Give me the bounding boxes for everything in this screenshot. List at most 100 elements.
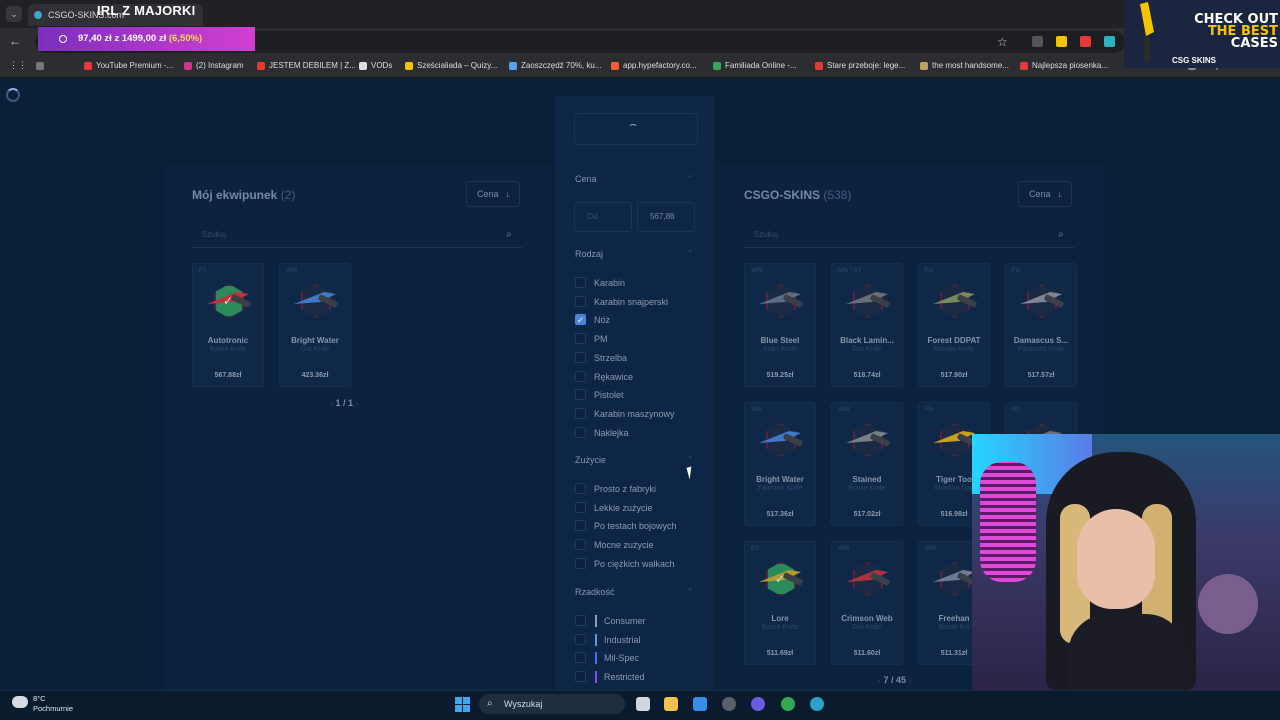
bookmark-item[interactable]: Stare przeboje: lege... <box>815 61 905 70</box>
weather-widget[interactable]: 8°C Pochmurnie <box>33 694 73 714</box>
wear-filter-option[interactable]: Po ciężkich walkach <box>575 557 675 570</box>
type-filter-option[interactable]: ✓ Nóż <box>575 314 610 326</box>
skin-card[interactable]: WW Bright Water Falchion Knife 517.36zł <box>744 402 816 526</box>
app-icon[interactable] <box>722 697 736 711</box>
skin-type: Gut Knife <box>852 346 882 353</box>
back-arrow-icon[interactable]: ← <box>9 34 21 48</box>
search-icon[interactable]: ⌕ <box>506 222 516 248</box>
price-from-input[interactable]: Od <box>574 202 632 232</box>
bookmark-item[interactable]: Zaoszczędź 70%, ku... <box>509 61 601 70</box>
type-filter-header[interactable]: Rodzaj ⌃ <box>575 249 694 259</box>
checkbox-icon[interactable] <box>575 483 586 494</box>
bookmark-favicon-icon <box>184 62 192 70</box>
skin-name: Stained <box>852 475 882 484</box>
skin-price: 517.36zł <box>766 511 794 518</box>
skin-card[interactable]: FN Forest DDPAT Navaja Knife 517.90zł <box>918 263 990 387</box>
bookmark-item[interactable]: VODs <box>359 61 392 70</box>
rarity-filter-option[interactable]: Consumer <box>575 615 646 627</box>
bookmark-item[interactable]: YouTube Premium -... <box>84 61 173 70</box>
rarity-filter-option[interactable]: Mil-Spec <box>575 652 639 664</box>
store-icon[interactable] <box>693 697 707 711</box>
shop-search-input[interactable]: Szukaj ⌕ <box>744 222 1074 248</box>
wear-filter-option[interactable]: Prosto z fabryki <box>575 483 656 495</box>
skin-card[interactable]: WW Crimson Web Gut Knife 511.60zł <box>831 541 903 665</box>
discord-icon[interactable] <box>751 697 765 711</box>
chrome-icon[interactable] <box>781 697 795 711</box>
skin-type: Bowie Knife <box>761 624 799 631</box>
extension-icon[interactable] <box>1080 36 1091 47</box>
type-filter-option[interactable]: PM <box>575 333 608 345</box>
bookmark-star-icon[interactable]: ☆ <box>997 35 1008 49</box>
skin-card[interactable]: MW | ST Black Lamin... Gut Knife 518.74zł <box>831 263 903 387</box>
bookmark-item[interactable]: the most handsome... <box>920 61 1009 70</box>
wear-filter-header[interactable]: Zużycie ⌃ <box>575 455 694 465</box>
wear-filter-option[interactable]: Po testach bojowych <box>575 520 677 532</box>
skin-card[interactable]: FN Damascus S... Paracord Knife 517.57zł <box>1005 263 1077 387</box>
type-filter-option[interactable]: Strzelba <box>575 351 627 364</box>
type-filter-option[interactable]: Naklejka <box>575 426 629 439</box>
rarity-filter-header[interactable]: Rzadkość ⌃ <box>575 587 694 597</box>
skin-card[interactable]: BS ✓ Lore Bowie Knife 511.69zł <box>744 541 816 665</box>
bookmark-item[interactable]: Familiada Online -... <box>713 61 797 70</box>
inventory-sort-button[interactable]: Cena ↓ <box>466 181 520 207</box>
inventory-pager[interactable]: ‹ 1 / 1 › <box>330 398 359 408</box>
bookmark-item[interactable]: (2) Instagram <box>184 61 244 70</box>
bookmark-item[interactable]: JESTEM DEBILEM | Z... <box>257 61 356 70</box>
inventory-search-input[interactable]: Szukaj ⌕ <box>192 222 522 248</box>
apps-grid-icon[interactable]: ⋮⋮ <box>9 61 27 70</box>
checkbox-icon[interactable] <box>575 351 586 363</box>
checkbox-icon[interactable] <box>575 671 586 683</box>
extension-icon[interactable] <box>1104 36 1115 47</box>
search-icon[interactable]: ⌕ <box>1058 222 1068 248</box>
checkbox-icon[interactable] <box>575 501 586 513</box>
skin-card[interactable]: WW Blue Steel Kukri Knife 519.25zł <box>744 263 816 387</box>
bookmark-item[interactable]: Najlepsza piosenka... <box>1020 61 1108 70</box>
rarity-filter-option[interactable]: Industrial <box>575 633 641 646</box>
type-filter-option[interactable]: Rękawice <box>575 370 633 383</box>
tab-list-chevron-icon[interactable]: ⌄ <box>6 6 22 22</box>
cloud-icon[interactable] <box>12 696 28 708</box>
type-filter-option[interactable]: Karabin snajperski <box>575 295 668 308</box>
checkbox-icon[interactable] <box>575 426 586 438</box>
extension-icon[interactable] <box>1032 36 1043 47</box>
extension-icon[interactable] <box>1056 36 1067 47</box>
bookmark-favicon-icon <box>405 62 413 70</box>
bookmark-item[interactable]: app.hypefactory.co... <box>611 61 697 70</box>
checkbox-icon[interactable] <box>575 520 586 532</box>
skin-price: 517.57zł <box>1027 372 1055 379</box>
skin-card[interactable]: FT ✓ Autotronic Bowie Knife 567.88zł <box>192 263 264 387</box>
rarity-filter-option[interactable]: Restricted <box>575 671 645 683</box>
checkbox-icon[interactable] <box>575 333 586 345</box>
checkbox-icon[interactable] <box>575 277 586 288</box>
price-filter-header[interactable]: Cena ⌃ <box>575 174 694 184</box>
checkbox-icon[interactable] <box>575 633 586 645</box>
checkbox-icon[interactable] <box>575 389 586 401</box>
type-filter-option[interactable]: Karabin maszynowy <box>575 407 675 420</box>
checkbox-icon[interactable] <box>575 370 586 382</box>
taskbar-search[interactable]: ⌕ Wyszukaj <box>479 694 625 714</box>
wear-filter-option[interactable]: Mocne zużycie <box>575 539 654 551</box>
checkbox-icon[interactable] <box>575 652 586 664</box>
refresh-icon <box>59 35 67 43</box>
file-explorer-icon[interactable] <box>664 697 678 711</box>
task-view-icon[interactable] <box>636 697 650 711</box>
checkbox-icon[interactable] <box>575 539 586 551</box>
type-filter-option[interactable]: Pistolet <box>575 389 624 401</box>
checkbox-icon[interactable] <box>575 557 586 569</box>
shop-sort-button[interactable]: Cena ↓ <box>1018 181 1072 207</box>
price-to-input[interactable]: 567,88 <box>637 202 695 232</box>
checkbox-checked-icon[interactable]: ✓ <box>575 314 586 326</box>
checkbox-icon[interactable] <box>575 407 586 419</box>
skin-card[interactable]: WW Stained Bowie Knife 517.02zł <box>831 402 903 526</box>
type-filter-option[interactable]: Karabin <box>575 277 625 289</box>
skin-card[interactable]: WW Bright Water Gut Knife 423.36zł <box>279 263 351 387</box>
shop-pager[interactable]: ‹ 7 / 45 › <box>878 675 912 685</box>
bookmark-favicon-icon <box>359 62 367 70</box>
bookmark-item[interactable]: Sześcialiada – Quizy... <box>405 61 497 70</box>
windows-start-icon[interactable] <box>455 697 470 712</box>
checkbox-icon[interactable] <box>575 615 586 626</box>
wear-filter-option[interactable]: Lekkie zużycie <box>575 501 653 514</box>
checkbox-icon[interactable] <box>575 295 586 307</box>
wear-label: BS <box>1012 407 1021 413</box>
edge-icon[interactable] <box>810 697 824 711</box>
